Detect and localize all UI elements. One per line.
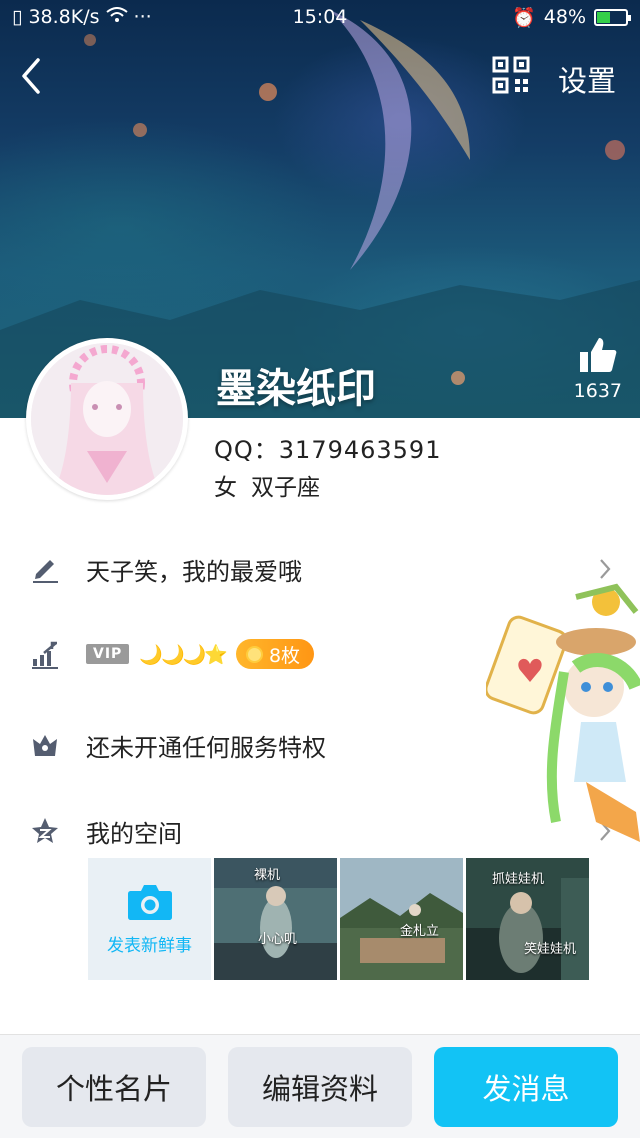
profile-card-button[interactable]: 个性名片 bbox=[22, 1047, 206, 1127]
level-chart-icon bbox=[32, 641, 58, 669]
coin-count: 8枚 bbox=[268, 644, 301, 667]
qzone-photo[interactable]: 抓娃娃机 笑娃娃机 bbox=[466, 858, 589, 980]
settings-button[interactable]: 设置 bbox=[558, 58, 616, 100]
qzone-photo[interactable]: 裸机 小心叽 bbox=[214, 858, 337, 980]
coin-badge[interactable]: 8枚 bbox=[235, 639, 315, 669]
post-new-label: 发表新鲜事 bbox=[107, 935, 192, 956]
clock: 15:04 bbox=[292, 6, 348, 28]
qzone-star-icon bbox=[32, 818, 58, 843]
bottom-action-bar: 个性名片 编辑资料 发消息 bbox=[0, 1035, 640, 1138]
qq-number: QQ：3179463591 bbox=[214, 436, 442, 464]
level-info: VIP 🌙🌙🌙⭐ 8枚 bbox=[86, 639, 315, 669]
camera-icon bbox=[127, 884, 172, 920]
photo-caption: 小心叽 bbox=[258, 932, 298, 947]
battery-percent: 48% bbox=[543, 6, 586, 28]
like-count: 1637 bbox=[573, 380, 622, 402]
like-button[interactable]: 1637 bbox=[574, 336, 622, 402]
crown-icon bbox=[33, 735, 57, 756]
chevron-right-icon bbox=[600, 559, 611, 579]
alarm-icon: ⏰ bbox=[512, 6, 536, 29]
avatar[interactable] bbox=[26, 338, 188, 500]
qzone-photo-strip: 发表新鲜事 裸机 小心叽 金札立 抓娃娃机 笑娃娃机 bbox=[88, 858, 589, 980]
qr-code-button[interactable] bbox=[492, 56, 530, 94]
status-bar: ▯ 38.8K/s ··· 15:04 ⏰ 48% bbox=[0, 0, 640, 34]
coin-icon bbox=[245, 645, 263, 663]
photo-caption: 金札立 bbox=[400, 924, 440, 939]
service-text: 还未开通任何服务特权 bbox=[86, 733, 326, 762]
photo-image bbox=[340, 858, 463, 980]
qr-code-icon bbox=[492, 56, 530, 94]
chevron-left-icon bbox=[22, 58, 40, 94]
send-message-button[interactable]: 发消息 bbox=[434, 1047, 618, 1127]
sim-icon: ▯ bbox=[12, 6, 23, 28]
signature-text: 天子笑，我的最爱哦 bbox=[86, 557, 302, 586]
pendant-sticker[interactable] bbox=[486, 582, 640, 860]
photo-caption: 裸机 bbox=[254, 868, 281, 883]
vip-badge: VIP bbox=[86, 644, 130, 664]
avatar-image bbox=[31, 343, 183, 495]
photo-caption: 抓娃娃机 bbox=[492, 872, 545, 887]
level-moon-icons: 🌙🌙🌙⭐ bbox=[139, 643, 228, 666]
qzone-text: 我的空间 bbox=[86, 819, 182, 848]
gender-zodiac: 女双子座 bbox=[214, 468, 320, 502]
pencil-icon bbox=[33, 560, 58, 583]
network-speed: 38.8K/s bbox=[28, 6, 100, 28]
nickname: 墨染纸印 bbox=[216, 366, 376, 412]
edit-profile-button[interactable]: 编辑资料 bbox=[228, 1047, 412, 1127]
thumbs-up-icon bbox=[579, 338, 617, 372]
back-button[interactable] bbox=[14, 54, 50, 98]
more-notifications-icon: ··· bbox=[133, 6, 152, 28]
zodiac: 双子座 bbox=[251, 475, 320, 501]
battery-icon bbox=[594, 8, 631, 26]
post-new-button[interactable]: 发表新鲜事 bbox=[88, 858, 211, 980]
gender: 女 bbox=[214, 475, 237, 501]
qzone-photo[interactable]: 金札立 bbox=[340, 858, 463, 980]
wifi-icon bbox=[105, 6, 128, 28]
photo-caption: 笑娃娃机 bbox=[524, 942, 577, 957]
